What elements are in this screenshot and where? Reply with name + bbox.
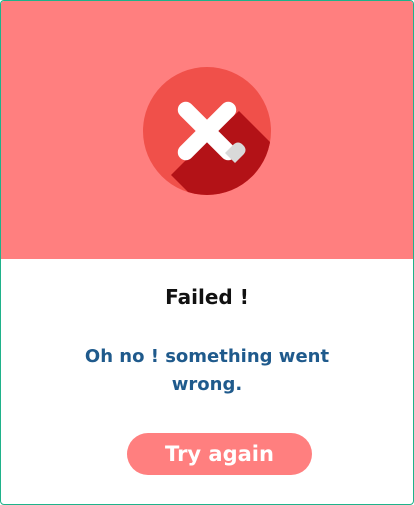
error-icon bbox=[143, 67, 271, 195]
try-again-button[interactable]: Try again bbox=[127, 433, 312, 475]
error-message: Oh no ! something went wrong. bbox=[84, 346, 330, 395]
close-icon bbox=[143, 67, 271, 195]
error-dialog: Failed ! Oh no ! something went wrong. T… bbox=[0, 0, 414, 505]
error-banner bbox=[1, 1, 413, 259]
dialog-title: Failed ! bbox=[165, 285, 249, 309]
